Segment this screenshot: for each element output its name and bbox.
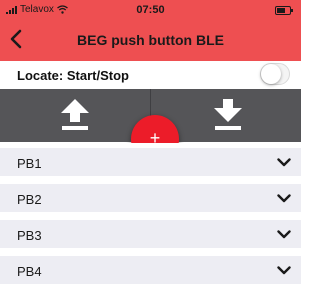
- locate-row: Locate: Start/Stop: [0, 61, 301, 89]
- list-item-pb4[interactable]: PB4: [0, 256, 301, 284]
- push-button-list: PB1 PB2 PB3 PB4: [0, 143, 301, 303]
- chevron-down-icon: [277, 266, 291, 275]
- chevron-down-icon: [277, 230, 291, 239]
- list-item-label: PB4: [17, 264, 42, 279]
- chevron-down-icon: [277, 194, 291, 203]
- locate-toggle[interactable]: [260, 63, 290, 85]
- list-item-pb1[interactable]: PB1: [0, 148, 301, 176]
- page-title: BEG push button BLE: [77, 32, 224, 48]
- locate-label: Locate: Start/Stop: [17, 68, 129, 83]
- list-item-label: PB1: [17, 156, 42, 171]
- up-button[interactable]: [0, 89, 150, 142]
- arrow-down-icon: [214, 99, 242, 130]
- toggle-knob: [261, 64, 281, 84]
- list-item-label: PB2: [17, 192, 42, 207]
- list-item-pb3[interactable]: PB3: [0, 220, 301, 248]
- list-item-pb2[interactable]: PB2: [0, 184, 301, 212]
- status-bar: Telavox 07:50: [0, 0, 301, 19]
- battery-icon: [275, 6, 293, 15]
- arrow-up-icon: [61, 99, 89, 130]
- list-item-label: PB3: [17, 228, 42, 243]
- status-time: 07:50: [136, 4, 165, 16]
- nav-bar: BEG push button BLE: [0, 19, 301, 61]
- chevron-down-icon: [277, 158, 291, 167]
